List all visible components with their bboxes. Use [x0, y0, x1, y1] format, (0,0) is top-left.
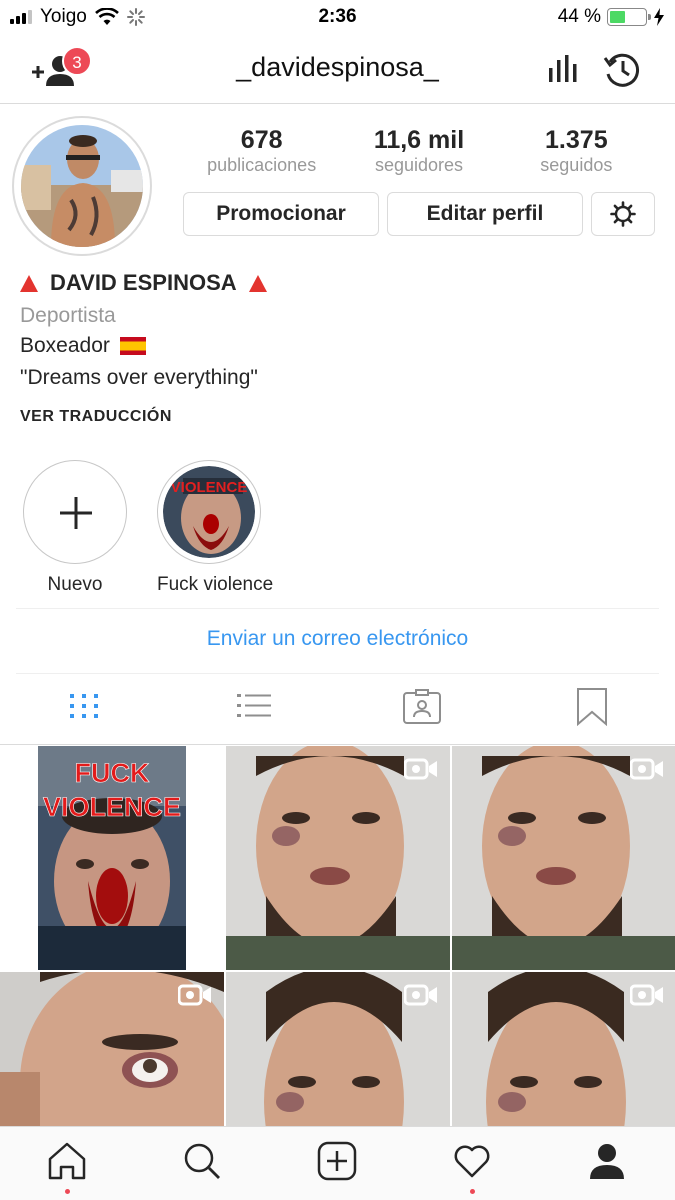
bio-line-2: "Dreams over everything"	[20, 362, 660, 394]
post-thumbnail[interactable]: FUCK VIOLENCE	[0, 746, 224, 970]
gear-icon	[610, 201, 636, 227]
charging-bolt-icon	[654, 8, 664, 26]
settings-button[interactable]	[591, 192, 655, 236]
search-icon[interactable]	[182, 1141, 222, 1181]
post-image: FUCK VIOLENCE	[38, 746, 186, 970]
stat-followers[interactable]: 11,6 mil seguidores	[340, 126, 497, 176]
status-bar: Yoigo 2:36 44 %	[0, 0, 675, 34]
profile-tabs	[0, 686, 675, 736]
archive-icon[interactable]	[602, 52, 642, 88]
stat-following[interactable]: 1.375 seguidos	[498, 126, 655, 176]
battery-icon	[607, 8, 651, 26]
list-view-icon[interactable]	[234, 686, 274, 726]
post-thumbnail[interactable]	[226, 972, 450, 1126]
red-triangle-icon	[20, 274, 38, 292]
video-icon	[404, 758, 437, 780]
spain-flag-icon	[119, 337, 146, 355]
highlight-circle: VIOLENCE	[157, 460, 261, 564]
status-right: 44 %	[558, 6, 665, 28]
avatar	[21, 125, 143, 247]
stat-posts[interactable]: 678 publicaciones	[183, 126, 340, 176]
highlight-new[interactable]: Nuevo	[23, 460, 127, 596]
home-activity-dot	[65, 1189, 70, 1194]
bio-text: "Dreams over everything"	[20, 366, 258, 389]
video-icon	[630, 758, 663, 780]
stat-value: 678	[240, 126, 283, 154]
post-thumbnail[interactable]	[226, 746, 450, 970]
activity-dot	[470, 1189, 475, 1194]
bio-line-1: Boxeador	[20, 330, 660, 362]
post-thumbnail[interactable]	[452, 972, 675, 1126]
posts-grid: FUCK VIOLENCE	[0, 746, 675, 1126]
video-icon	[404, 984, 437, 1006]
highlight-overlay-text: VIOLENCE	[171, 479, 248, 496]
profile-header: 3 _davidespinosa_	[0, 34, 675, 104]
bottom-nav-bar	[0, 1126, 675, 1200]
red-triangle-icon	[248, 274, 267, 292]
heart-icon[interactable]	[452, 1141, 492, 1181]
profile-avatar[interactable]	[12, 116, 152, 256]
bio-name-row: DAVID ESPINOSA	[20, 268, 660, 298]
highlight-label: Fuck violence	[157, 574, 274, 595]
grid-view-icon[interactable]	[64, 686, 104, 726]
stat-label: seguidos	[540, 155, 613, 175]
battery-fill	[610, 11, 625, 23]
stat-label: seguidores	[374, 155, 464, 175]
video-icon	[178, 984, 211, 1006]
battery-percent: 44 %	[557, 6, 601, 27]
edit-profile-button[interactable]: Editar perfil	[387, 192, 583, 236]
saved-bookmark-icon[interactable]	[572, 686, 612, 726]
stat-label: publicaciones	[207, 155, 317, 175]
see-translation-link[interactable]: VER TRADUCCIÓN	[20, 408, 172, 426]
stat-value: 11,6 mil	[373, 126, 465, 154]
highlight-circle	[23, 460, 127, 564]
post-thumbnail[interactable]	[0, 972, 224, 1126]
stat-value: 1.375	[545, 126, 608, 154]
post-thumbnail[interactable]	[452, 746, 675, 970]
promote-button[interactable]: Promocionar	[183, 192, 379, 236]
bio-category: Deportista	[20, 304, 116, 327]
bio-text: Boxeador	[20, 334, 110, 357]
avatar-photo	[21, 125, 143, 247]
post-text-line-1: FUCK	[75, 758, 150, 788]
highlight-fuck-violence[interactable]: VIOLENCE Fuck violence	[157, 460, 274, 596]
display-name: DAVID ESPINOSA	[50, 270, 237, 295]
profile-bio: DAVID ESPINOSA Deportista Boxeador "Drea…	[20, 268, 660, 394]
highlight-label: Nuevo	[47, 574, 103, 595]
divider	[0, 744, 675, 745]
divider	[16, 608, 659, 609]
email-contact-link[interactable]: Enviar un correo electrónico	[0, 627, 675, 651]
plus-icon	[60, 497, 92, 529]
post-text-line-2: VIOLENCE	[43, 792, 181, 822]
divider	[16, 673, 659, 674]
profile-stats: 678 publicaciones 11,6 mil seguidores 1.…	[183, 126, 655, 176]
tagged-icon[interactable]	[402, 686, 442, 726]
profile-icon[interactable]	[587, 1141, 627, 1181]
home-icon[interactable]	[47, 1141, 87, 1181]
video-icon	[630, 984, 663, 1006]
new-post-icon[interactable]	[317, 1141, 357, 1181]
insights-icon[interactable]	[546, 52, 578, 84]
highlight-cover-image: VIOLENCE	[163, 466, 255, 558]
